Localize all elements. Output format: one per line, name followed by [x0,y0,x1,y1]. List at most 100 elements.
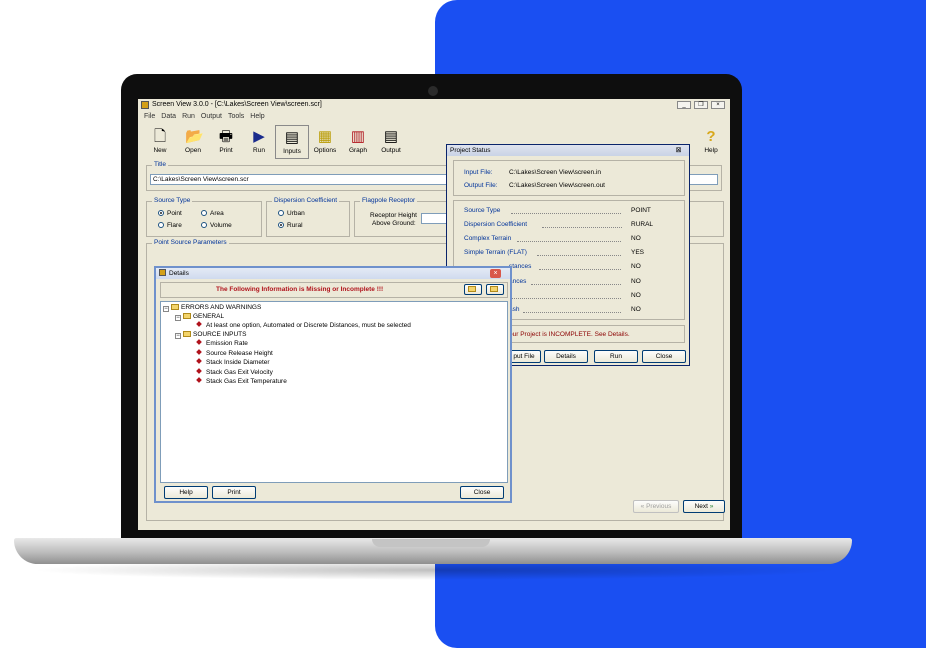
source-volume-radio[interactable]: Volume [201,222,232,229]
tree-item-label: Stack Inside Diameter [206,359,270,366]
close-status-button[interactable]: Close [642,350,686,363]
tree-item[interactable]: At least one option, Automated or Discre… [196,321,411,329]
tree-item[interactable]: Stack Gas Exit Velocity [196,368,273,376]
menu-output[interactable]: Output [201,113,222,120]
output-file-value: C:\Lakes\Screen View\screen.out [509,182,605,189]
previous-button[interactable]: « Previous [633,500,679,513]
input-file-button[interactable]: put File [507,350,541,363]
tree-item[interactable]: Source Release Height [196,349,273,357]
warning-diamond-icon [196,368,202,374]
tree-item[interactable]: Stack Inside Diameter [196,358,270,366]
printer-icon: 🖶 [218,128,234,145]
options-button[interactable]: ▦ Options [308,125,342,159]
output-button[interactable]: ▤ Output [374,125,408,159]
dotted-leader [537,255,621,256]
save-folder-button[interactable] [486,284,504,295]
tree-node-source-inputs[interactable]: − SOURCE INPUTS [175,331,246,339]
graph-button[interactable]: ▥ Graph [341,125,375,159]
new-label: New [153,147,167,154]
status-value: NO [631,306,641,313]
folder-icon [490,286,498,292]
above-ground-label: Above Ground: [372,220,416,227]
details-close-button[interactable]: Close [460,486,504,499]
dotted-leader [511,213,621,214]
input-file-value: C:\Lakes\Screen View\screen.in [509,169,602,176]
open-button[interactable]: 📂 Open [176,125,210,159]
menu-run[interactable]: Run [182,113,195,120]
radio-icon [201,210,207,216]
inputs-label: Inputs [283,148,301,155]
window-title: Screen View 3.0.0 - [C:\Lakes\Screen Vie… [152,101,322,108]
source-area-label: Area [210,210,224,217]
dispersion-rural-label: Rural [287,222,303,229]
run-button[interactable]: ▶ Run [242,125,276,159]
radio-icon [278,210,284,216]
minimize-icon[interactable]: _ [677,101,691,109]
run-status-button[interactable]: Run [594,350,638,363]
source-point-radio[interactable]: Point [158,210,182,217]
project-status-titlebar: Project Status [447,145,689,156]
close-icon[interactable]: × [490,269,501,278]
open-folder-button[interactable] [464,284,482,295]
collapse-icon: − [175,315,181,321]
details-dialog: Details × The Following Information is M… [154,266,512,503]
open-label: Open [185,147,201,154]
tree-item[interactable]: Emission Rate [196,339,248,347]
source-volume-label: Volume [210,222,232,229]
options-grid-icon: ▦ [317,128,333,145]
graph-label: Graph [348,147,368,154]
details-help-button[interactable]: Help [164,486,208,499]
window-titlebar: Screen View 3.0.0 - [C:\Lakes\Screen Vie… [138,99,730,111]
status-value: YES [631,249,645,256]
new-file-icon: 🗋 [153,128,167,145]
next-label: Next [694,503,708,510]
print-button[interactable]: 🖶 Print [209,125,243,159]
help-button[interactable]: ? Help [694,125,728,159]
tree-node-general[interactable]: − GENERAL [175,313,224,321]
dispersion-rural-radio[interactable]: Rural [278,222,303,229]
dotted-leader [509,298,621,299]
help-label: Help [704,147,718,154]
status-value: NO [631,292,641,299]
dispersion-urban-label: Urban [287,210,305,217]
source-point-label: Point [167,210,182,217]
status-value: NO [631,278,641,285]
app-icon [141,101,149,109]
details-tree[interactable]: − ERRORS AND WARNINGS − GENERAL At least o… [160,301,508,483]
folder-icon [183,331,191,337]
warning-diamond-icon [196,321,202,327]
project-status-title: Project Status [450,147,491,154]
status-label: stances [509,263,532,270]
menu-file[interactable]: File [144,113,155,120]
tree-general-label: GENERAL [193,313,225,320]
menu-tools[interactable]: Tools [228,113,244,120]
details-button[interactable]: Details [544,350,588,363]
menu-data[interactable]: Data [161,113,176,120]
laptop-screen: Screen View 3.0.0 - [C:\Lakes\Screen Vie… [138,99,730,530]
source-area-radio[interactable]: Area [201,210,224,217]
run-arrow-icon: ▶ [253,128,265,145]
close-icon[interactable]: ⊠ [673,146,684,155]
restore-icon[interactable]: ❐ [694,101,708,109]
radio-selected-icon [158,210,164,216]
dotted-leader [531,284,621,285]
source-type-label: Source Type [152,197,193,204]
new-button[interactable]: 🗋 New [143,125,177,159]
inputs-button[interactable]: ▤ Inputs [275,125,309,159]
previous-label: Previous [646,503,672,510]
tree-item[interactable]: Stack Gas Exit Temperature [196,377,287,385]
source-flare-radio[interactable]: Flare [158,222,182,229]
dispersion-urban-radio[interactable]: Urban [278,210,305,217]
menu-help[interactable]: Help [250,113,264,120]
inputs-icon: ▤ [284,129,300,146]
output-document-icon: ▤ [383,128,399,145]
tree-source-inputs-label: SOURCE INPUTS [193,331,247,338]
next-button[interactable]: Next » [683,500,725,513]
status-value: NO [631,235,641,242]
tree-node-root[interactable]: − ERRORS AND WARNINGS [163,304,261,312]
warning-diamond-icon [196,358,202,364]
status-label: Simple Terrain (FLAT) [464,249,527,256]
webcam-icon [428,86,438,96]
close-window-icon[interactable]: × [711,101,725,109]
details-print-button[interactable]: Print [212,486,256,499]
